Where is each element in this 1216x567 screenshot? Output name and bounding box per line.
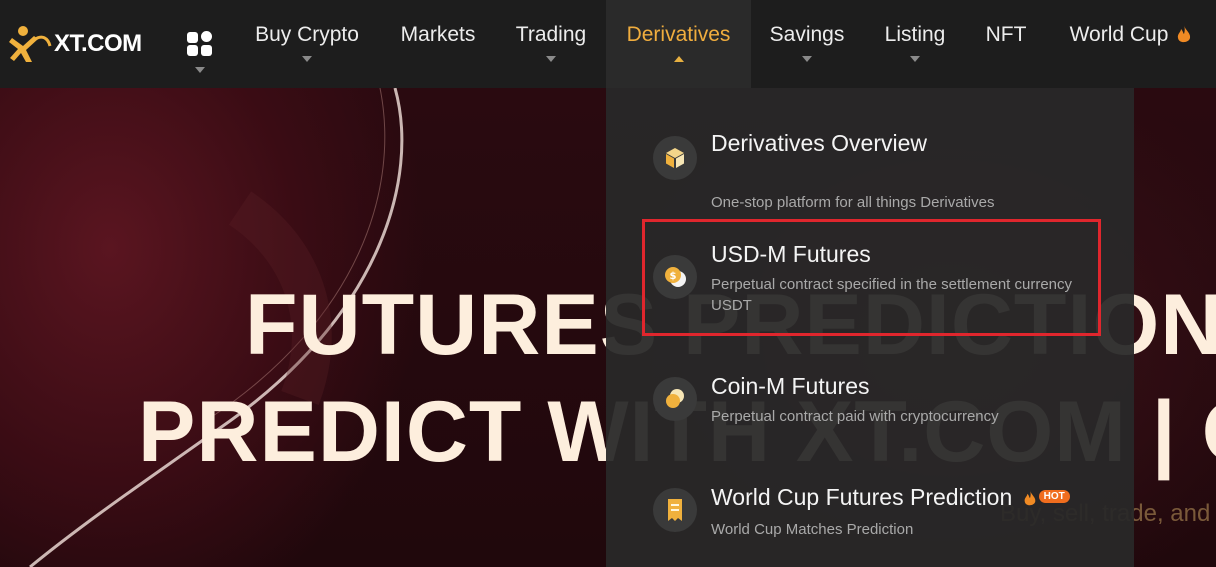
chevron-up-icon [673, 56, 684, 62]
nav-label: NFT [985, 23, 1027, 46]
chevron-down-icon [302, 56, 312, 62]
nav-label: World Cup [1069, 22, 1169, 46]
nav-trading[interactable]: Trading [502, 0, 600, 88]
logo-wordmark: XT.COM [54, 30, 142, 57]
top-navbar: XT.COM Buy Crypto Markets Trading Deriva… [0, 0, 1216, 88]
dropdown-item-worldcup-prediction[interactable]: World Cup Futures Prediction HOT World C… [606, 474, 1134, 554]
dropdown-item-usdm-futures[interactable]: $ USD-M Futures Perpetual contract speci… [606, 228, 1134, 328]
apps-menu-button[interactable] [186, 31, 214, 75]
dropdown-item-desc: World Cup Matches Prediction [711, 521, 914, 538]
svg-text:$: $ [670, 271, 677, 282]
nav-label: Listing [884, 23, 946, 46]
ticket-icon [653, 488, 697, 532]
nav-savings[interactable]: Savings [758, 0, 856, 88]
dropdown-item-title: Derivatives Overview [711, 130, 927, 156]
chevron-down-icon [802, 56, 812, 62]
xt-logo[interactable]: XT.COM [8, 22, 142, 66]
dropdown-item-coinm-futures[interactable]: Coin-M Futures Perpetual contract paid w… [606, 363, 1134, 443]
coin-icon: $ [653, 255, 697, 299]
hot-badge: HOT [1038, 490, 1070, 504]
chevron-down-icon [910, 56, 920, 62]
nav-markets[interactable]: Markets [386, 0, 490, 88]
flame-icon [1024, 490, 1036, 506]
dropdown-item-title-wrap: World Cup Futures Prediction HOT [711, 484, 1070, 511]
dropdown-item-title: Coin-M Futures [711, 373, 870, 399]
coins-icon [653, 377, 697, 421]
nav-nft[interactable]: NFT [976, 0, 1036, 88]
nav-world-cup[interactable]: World Cup [1056, 0, 1206, 88]
dropdown-item-desc: Perpetual contract paid with cryptocurre… [711, 408, 999, 425]
dropdown-item-desc: One-stop platform for all things Derivat… [711, 194, 995, 211]
derivatives-dropdown: Derivatives Overview One-stop platform f… [606, 88, 1134, 567]
nav-label-wrap: World Cup [1070, 24, 1193, 45]
nav-label: Trading [515, 23, 587, 46]
nav-derivatives[interactable]: Derivatives [606, 0, 751, 88]
dropdown-item-desc: Perpetual contract specified in the sett… [711, 276, 1073, 314]
cube-icon [653, 136, 697, 180]
xt-logo-icon [9, 26, 52, 62]
dropdown-item-title: USD-M Futures [711, 241, 871, 267]
chevron-down-icon [546, 56, 556, 62]
nav-buy-crypto[interactable]: Buy Crypto [240, 0, 374, 88]
flame-icon [1178, 25, 1191, 43]
nav-label: Savings [769, 23, 845, 46]
dropdown-item-derivatives-overview[interactable]: Derivatives Overview One-stop platform f… [606, 118, 1134, 211]
apps-grid-icon [187, 31, 212, 73]
dropdown-item-title: World Cup Futures Prediction [711, 484, 1013, 510]
nav-label: Buy Crypto [255, 23, 359, 46]
nav-listing[interactable]: Listing [872, 0, 958, 88]
nav-label: Derivatives [626, 23, 731, 46]
nav-label: Markets [400, 23, 476, 46]
